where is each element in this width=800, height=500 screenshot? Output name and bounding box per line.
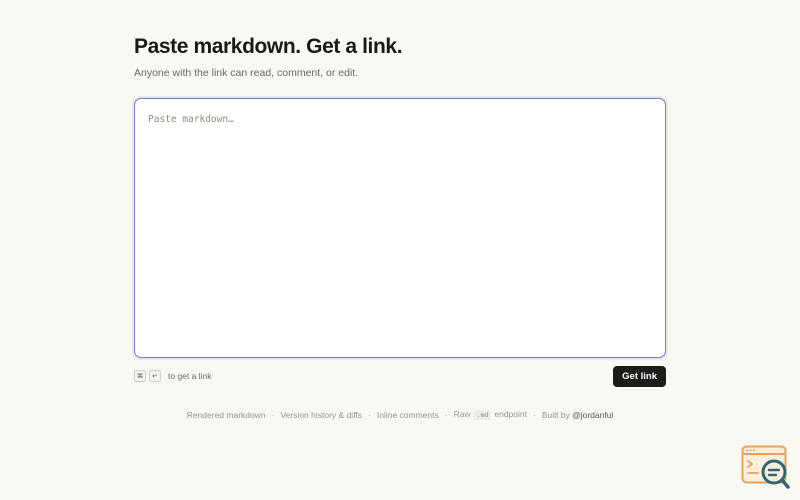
shortcut-hint-text: to get a link — [168, 371, 212, 381]
main-content: Paste markdown. Get a link. Anyone with … — [134, 34, 666, 387]
author-link[interactable]: @jordanful — [572, 410, 613, 420]
feature-footer: Rendered markdown · Version history & di… — [0, 409, 800, 420]
enter-key-icon: ↵ — [149, 370, 161, 382]
command-key-icon: ⌘ — [134, 370, 146, 382]
feature-rendered-markdown: Rendered markdown — [186, 409, 266, 420]
browser-search-icon — [741, 445, 790, 489]
footer-separator: · — [444, 409, 448, 420]
action-bar: ⌘ ↵ to get a link Get link — [134, 365, 666, 387]
page-subtitle: Anyone with the link can read, comment, … — [134, 67, 359, 79]
footer-separator: · — [532, 409, 536, 420]
page: Paste markdown. Get a link. Anyone with … — [0, 0, 800, 500]
raw-code-badge: .md — [473, 410, 492, 420]
built-by-prefix: Built by — [541, 409, 570, 420]
page-title: Paste markdown. Get a link. — [134, 35, 403, 58]
get-link-button[interactable]: Get link — [613, 365, 666, 387]
raw-prefix: Raw — [453, 409, 471, 419]
shortcut-hint: ⌘ ↵ to get a link — [134, 370, 211, 382]
raw-suffix: endpoint — [494, 409, 527, 419]
feature-version-history: Version history & diffs — [280, 409, 363, 420]
feature-raw-endpoint: Raw .md endpoint — [454, 409, 527, 420]
built-by: Built by @jordanful — [542, 410, 613, 420]
markdown-input[interactable] — [134, 98, 666, 358]
footer-separator: · — [271, 409, 275, 420]
footer-separator: · — [368, 409, 371, 420]
feature-inline-comments: Inline comments — [376, 409, 439, 420]
